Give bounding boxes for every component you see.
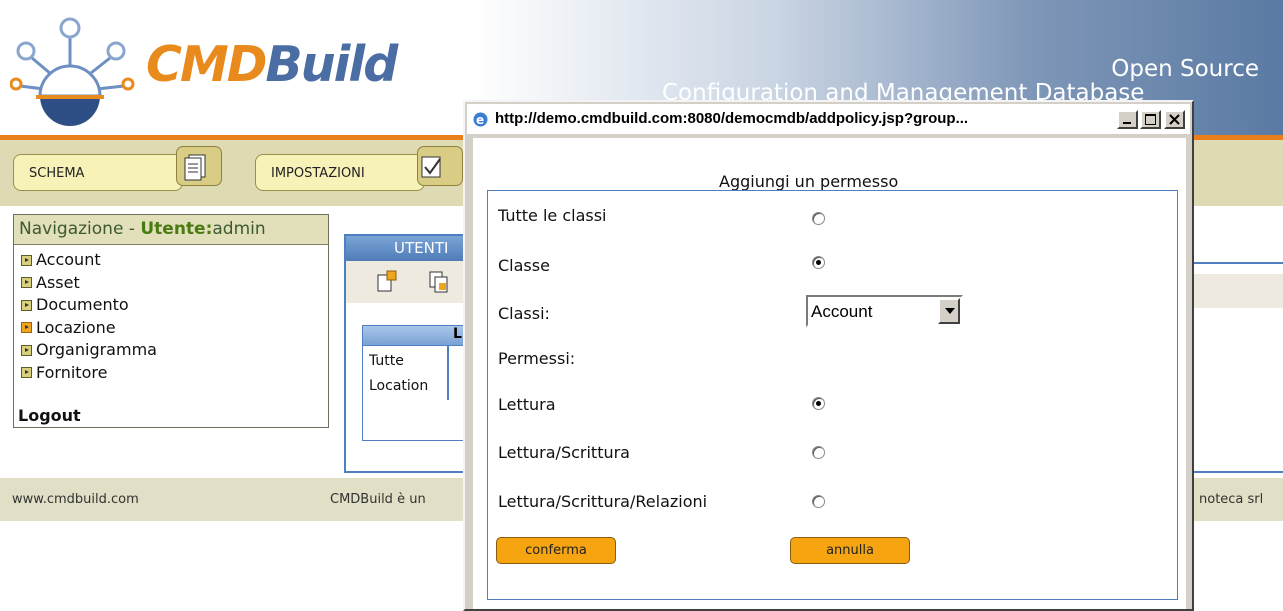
- classes-select[interactable]: Account: [806, 295, 963, 327]
- expand-icon: [21, 277, 32, 289]
- classes-label: Classi:: [498, 304, 550, 323]
- permission-form: Tutte le classi Classe Classi: Account P…: [487, 190, 1178, 600]
- schema-icon[interactable]: [176, 146, 222, 186]
- tab-schema[interactable]: SCHEMA: [13, 154, 183, 191]
- right-panel-edge: [1188, 262, 1283, 473]
- navigation-list: Account Asset Documento Locazione Organi…: [21, 249, 328, 384]
- footer-site-link[interactable]: www.cmdbuild.com: [12, 492, 139, 507]
- popup-content: Aggiungi un permesso Tutte le classi Cla…: [473, 138, 1186, 609]
- close-button[interactable]: [1164, 110, 1185, 129]
- confirm-button[interactable]: conferma: [496, 537, 616, 564]
- browser-icon: e: [473, 112, 488, 127]
- expand-icon: [21, 322, 32, 334]
- utenti-toolbar: [346, 261, 474, 303]
- expand-icon: [21, 367, 32, 379]
- nav-item-organigramma[interactable]: Organigramma: [21, 339, 328, 362]
- add-policy-popup: e http://demo.cmdbuild.com:8080/democmdb…: [463, 100, 1194, 611]
- logo-text: CMDBuild: [146, 36, 398, 93]
- navigation-panel: Navigazione - Utente:admin Account Asset…: [13, 214, 329, 428]
- maximize-icon: [1145, 114, 1156, 125]
- table-row[interactable]: Tutte: [369, 353, 404, 369]
- utenti-panel-title: UTENTI: [346, 236, 474, 261]
- permission-read-radio[interactable]: [812, 397, 825, 410]
- expand-icon: [21, 254, 32, 266]
- permissions-label: Permessi:: [498, 349, 576, 368]
- maximize-button[interactable]: [1140, 110, 1161, 129]
- permission-readwrite-radio[interactable]: [812, 446, 825, 459]
- close-icon: [1169, 114, 1180, 125]
- expand-icon: [21, 344, 32, 356]
- popup-url: http://demo.cmdbuild.com:8080/democmdb/a…: [495, 110, 969, 127]
- scope-all-label: Tutte le classi: [498, 206, 607, 225]
- add-user-icon[interactable]: [376, 270, 400, 294]
- cancel-button[interactable]: annulla: [790, 537, 910, 564]
- scope-all-radio[interactable]: [812, 212, 825, 225]
- chevron-down-icon[interactable]: [938, 298, 960, 324]
- permission-readwrite-label: Lettura/Scrittura: [498, 443, 630, 462]
- nav-item-asset[interactable]: Asset: [21, 272, 328, 295]
- logout-link[interactable]: Logout: [18, 406, 81, 425]
- copy-user-icon[interactable]: [428, 270, 452, 294]
- tab-impostazioni[interactable]: IMPOSTAZIONI: [255, 154, 425, 191]
- scope-class-label: Classe: [498, 256, 550, 275]
- minimize-icon: [1123, 122, 1131, 124]
- settings-icon[interactable]: [417, 146, 463, 186]
- nav-item-locazione[interactable]: Locazione: [21, 317, 328, 340]
- minimize-button[interactable]: [1117, 110, 1138, 129]
- cmdbuild-logo-icon: [10, 17, 135, 126]
- nav-item-account[interactable]: Account: [21, 249, 328, 272]
- table-row[interactable]: Location: [369, 378, 428, 394]
- nav-item-documento[interactable]: Documento: [21, 294, 328, 317]
- svg-text:e: e: [476, 113, 484, 127]
- scope-class-radio[interactable]: [812, 256, 825, 269]
- permission-readwrite-relations-radio[interactable]: [812, 495, 825, 508]
- tagline-line1: Open Source: [1111, 56, 1259, 82]
- group-table-header: L: [363, 326, 463, 346]
- group-table: L Tutte Location: [362, 325, 464, 441]
- nav-item-fornitore[interactable]: Fornitore: [21, 362, 328, 385]
- permission-read-label: Lettura: [498, 395, 556, 414]
- footer-company: noteca srl: [1199, 492, 1264, 507]
- form-title: Aggiungi un permesso: [719, 172, 899, 191]
- footer-text: CMDBuild è un: [330, 492, 426, 507]
- expand-icon: [21, 299, 32, 311]
- permission-readwrite-relations-label: Lettura/Scrittura/Relazioni: [498, 492, 708, 511]
- popup-titlebar[interactable]: e http://demo.cmdbuild.com:8080/democmdb…: [467, 104, 1190, 134]
- utenti-panel: UTENTI L Tutte Location: [344, 234, 474, 473]
- navigation-header: Navigazione - Utente:admin: [14, 215, 328, 245]
